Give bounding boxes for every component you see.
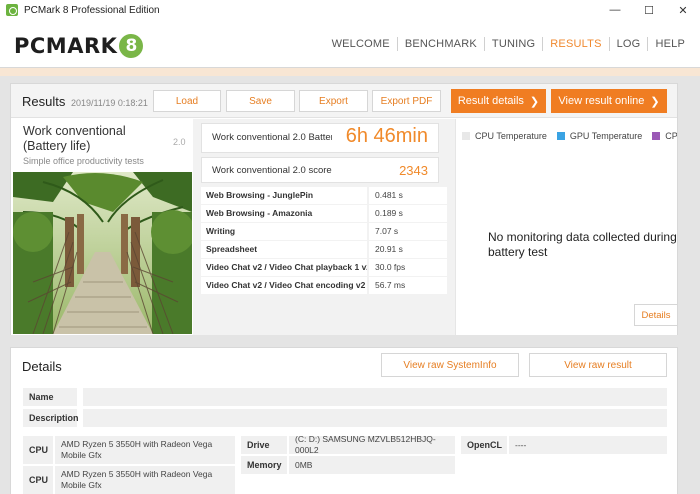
app-header: PCMARK 8 WELCOME BENCHMARK TUNING RESULT… (0, 20, 700, 68)
subtest-name: Video Chat v2 / Video Chat encoding v2 (201, 277, 367, 294)
table-row: Writing 7.07 s (201, 223, 447, 240)
subtest-value: 30.0 fps (369, 259, 447, 276)
maximize-button[interactable]: ☐ (632, 0, 666, 20)
cpu-label: CPU (23, 466, 53, 494)
minimize-button[interactable]: — (598, 0, 632, 20)
table-row: Web Browsing - Amazonia 0.189 s (201, 205, 447, 222)
subtest-name: Spreadsheet (201, 241, 367, 258)
save-button[interactable]: Save (226, 90, 295, 112)
results-panel: Results 2019/11/19 0:18:21 Load Save Exp… (10, 83, 678, 335)
view-online-label: View result online (558, 95, 645, 107)
window-controls: — ☐ ✕ (598, 0, 700, 20)
table-row: Video Chat v2 / Video Chat encoding v2 5… (201, 277, 447, 294)
chevron-right-icon: ❯ (650, 95, 660, 108)
legend-cpu-temperature[interactable]: CPU Temperature (462, 131, 547, 141)
monitoring-panel: CPU Temperature GPU Temperature CPU Cloc… (455, 119, 677, 335)
score-box: Work conventional 2.0 score 2343 (201, 157, 439, 183)
subtest-value: 0.481 s (369, 187, 447, 204)
window-title: PCMark 8 Professional Edition (24, 4, 160, 16)
battery-life-box: Work conventional 2.0 Battery life 6h 46… (201, 123, 439, 153)
legend-gpu-temperature[interactable]: GPU Temperature (556, 131, 643, 141)
legend-swatch (652, 132, 661, 140)
table-row: Spreadsheet 20.91 s (201, 241, 447, 258)
window-titlebar: PCMark 8 Professional Edition — ☐ ✕ (0, 0, 700, 20)
export-pdf-button[interactable]: Export PDF (372, 90, 441, 112)
test-subtitle: Simple office productivity tests (23, 156, 144, 166)
results-toolbar: Results 2019/11/19 0:18:21 Load Save Exp… (11, 84, 677, 118)
nav-tuning[interactable]: TUNING (485, 38, 542, 50)
monitoring-details-button[interactable]: Details (634, 304, 677, 326)
result-details-label: Result details (457, 95, 524, 107)
description-value (83, 409, 667, 427)
test-version: 2.0 (173, 137, 186, 147)
subtest-name: Writing (201, 223, 367, 240)
description-label: Description (23, 409, 79, 427)
memory-value: 0MB (289, 456, 455, 474)
app-icon (6, 4, 18, 16)
view-result-online-button[interactable]: View result online ❯ (551, 89, 667, 113)
test-image (13, 172, 192, 334)
header-accent-strip (0, 68, 700, 76)
battery-life-value: 6h 46min (345, 125, 428, 147)
cpu-label: CPU (23, 436, 53, 464)
subtest-value: 20.91 s (369, 241, 447, 258)
subtest-name: Web Browsing - Amazonia (201, 205, 367, 222)
subtest-value: 56.7 ms (369, 277, 447, 294)
load-button[interactable]: Load (153, 90, 221, 112)
result-details-button[interactable]: Result details ❯ (451, 89, 546, 113)
subtest-name: Web Browsing - JunglePin (201, 187, 367, 204)
opencl-value: ---- (509, 436, 667, 454)
legend-swatch (556, 132, 565, 140)
legend-cpu-clock[interactable]: CPU Clock (652, 131, 677, 141)
subtest-name: Video Chat v2 / Video Chat playback 1 v2 (201, 259, 367, 276)
legend-swatch (462, 132, 470, 140)
score-label: Work conventional 2.0 score (212, 165, 332, 176)
drive-label: Drive (241, 436, 287, 454)
view-raw-result-button[interactable]: View raw result (529, 353, 667, 377)
legend-label: CPU Temperature (475, 131, 547, 141)
nav-benchmark[interactable]: BENCHMARK (398, 38, 484, 50)
nav-welcome[interactable]: WELCOME (325, 38, 397, 50)
view-raw-systeminfo-button[interactable]: View raw SystemInfo (381, 353, 519, 377)
results-date: 2019/11/19 0:18:21 (71, 98, 148, 108)
export-button[interactable]: Export (299, 90, 368, 112)
details-panel: Details View raw SystemInfo View raw res… (10, 347, 678, 494)
monitoring-legend: CPU Temperature GPU Temperature CPU Cloc… (462, 131, 677, 141)
score-area: Work conventional 2.0 Battery life 6h 46… (193, 119, 455, 335)
battery-life-label: Work conventional 2.0 Battery life (212, 132, 332, 143)
chevron-right-icon: ❯ (529, 95, 540, 108)
memory-label: Memory (241, 456, 287, 474)
nav-help[interactable]: HELP (648, 38, 692, 50)
test-name: Work conventional (Battery life) (23, 124, 126, 153)
logo-text: PCMARK (14, 34, 118, 58)
subtest-value: 7.07 s (369, 223, 447, 240)
close-button[interactable]: ✕ (666, 0, 700, 20)
main-nav: WELCOME BENCHMARK TUNING RESULTS LOG HEL… (325, 20, 692, 68)
score-value: 2343 (399, 163, 428, 178)
cpu-value: AMD Ryzen 5 3550H with Radeon Vega Mobil… (55, 466, 235, 494)
legend-label: GPU Temperature (569, 131, 643, 141)
legend-label: CPU Clock (665, 131, 677, 141)
subtest-value: 0.189 s (369, 205, 447, 222)
cpu-value: AMD Ryzen 5 3550H with Radeon Vega Mobil… (55, 436, 235, 464)
test-card: Work conventional (Battery life) 2.0 Sim… (11, 119, 193, 335)
pcmark-logo: PCMARK 8 (14, 34, 144, 58)
subtest-table: Web Browsing - JunglePin 0.481 s Web Bro… (201, 187, 447, 295)
name-value (83, 388, 667, 406)
details-title: Details (22, 359, 62, 374)
nav-log[interactable]: LOG (610, 38, 648, 50)
table-row: Web Browsing - JunglePin 0.481 s (201, 187, 447, 204)
no-monitoring-message: No monitoring data collected during batt… (488, 230, 677, 259)
drive-value: (C: D:) SAMSUNG MZVLB512HBJQ-000L2 (289, 434, 455, 455)
table-row: Video Chat v2 / Video Chat playback 1 v2… (201, 259, 447, 276)
opencl-label: OpenCL (461, 436, 507, 454)
name-label: Name (23, 388, 77, 406)
nav-results[interactable]: RESULTS (543, 38, 608, 50)
results-title: Results (22, 94, 66, 109)
logo-badge: 8 (119, 34, 144, 58)
